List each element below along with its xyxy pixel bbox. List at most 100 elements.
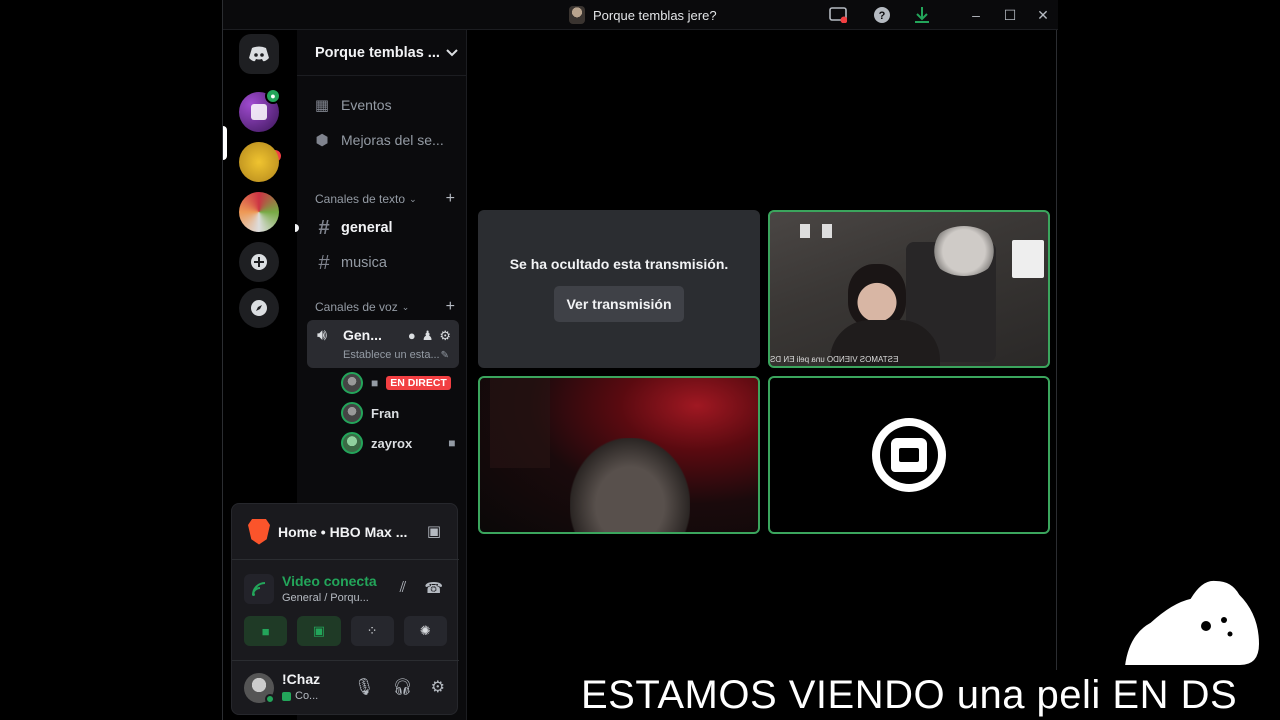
- sticker: [1012, 240, 1044, 278]
- window-title: Porque temblas jere?: [569, 6, 717, 24]
- boosts-label: Mejoras del se...: [341, 132, 444, 148]
- discord-window: Porque temblas jere? ? – ☐ ✕ ● 209: [222, 0, 1058, 720]
- channel-musica[interactable]: # musica: [315, 249, 455, 277]
- voice-connected-label: Video conecta: [282, 573, 377, 589]
- disconnect-icon[interactable]: ☎: [424, 579, 443, 597]
- brave-browser-icon: [248, 518, 270, 545]
- gear-icon[interactable]: ⚙: [431, 677, 445, 697]
- voice-member-zayrox[interactable]: zayrox ■: [341, 431, 455, 455]
- screen-share-button[interactable]: ▣: [297, 616, 341, 646]
- svg-text:?: ?: [879, 10, 886, 22]
- person: [570, 438, 690, 532]
- user-controls: 🎙︎ 🎧︎ ⚙: [354, 677, 445, 697]
- activity-label: Home • HBO Max ...: [278, 523, 408, 540]
- speaker-icon: 🔊︎: [317, 327, 328, 344]
- invite-icon[interactable]: ♟: [422, 328, 434, 344]
- server-icon-yellow[interactable]: [239, 142, 279, 182]
- chat-bubble-icon: ●: [265, 88, 281, 104]
- member-name: Fran: [371, 405, 400, 421]
- voice-channel-path[interactable]: General / Porqu...: [282, 592, 369, 604]
- avatar: [341, 402, 363, 424]
- unread-indicator: [295, 224, 299, 232]
- camera-icon: ■: [448, 436, 456, 450]
- window-title-text: Porque temblas jere?: [593, 7, 717, 23]
- voice-channel-general[interactable]: 🔊︎ Gen... ● ♟ ⚙ Establece un esta... ✎: [307, 320, 459, 368]
- title-bar: Porque temblas jere? ? – ☐ ✕: [223, 0, 1058, 30]
- help-icon[interactable]: ?: [873, 6, 891, 24]
- pencil-icon[interactable]: ✎: [441, 350, 449, 361]
- create-voice-channel-button[interactable]: +: [446, 298, 455, 316]
- channel-label: general: [341, 220, 393, 236]
- events-link[interactable]: ▦ Eventos: [313, 91, 392, 119]
- text-channels-category[interactable]: Canales de texto ⌄ +: [315, 190, 455, 208]
- signal-icon[interactable]: [244, 574, 274, 604]
- voice-channels-category[interactable]: Canales de voz ⌄ +: [315, 298, 455, 316]
- plush-toy: [930, 226, 998, 276]
- close-button[interactable]: ✕: [1034, 6, 1052, 24]
- member-name: zayrox: [371, 435, 413, 451]
- username[interactable]: !Chaz: [282, 671, 320, 687]
- create-channel-button[interactable]: +: [446, 190, 455, 208]
- user-panel: Home • HBO Max ... ▣ Video conecta Gener…: [231, 503, 459, 716]
- avatar: [341, 432, 363, 454]
- explore-servers-button[interactable]: [239, 288, 279, 328]
- hidden-stream-tile: Se ha ocultado esta transmisión. Ver tra…: [478, 210, 760, 368]
- chat-icon[interactable]: ●: [408, 328, 416, 344]
- ghost-sticker: [1122, 578, 1262, 667]
- screen-share-icon[interactable]: ▣: [427, 522, 441, 540]
- calendar-icon: ▦: [314, 97, 330, 114]
- hash-icon: #: [318, 216, 330, 239]
- headphones-icon[interactable]: 🎧︎: [392, 677, 412, 697]
- watch-stream-button[interactable]: Ver transmisión: [554, 286, 684, 322]
- gear-icon[interactable]: ⚙: [439, 328, 451, 344]
- user-status: Co...: [282, 690, 318, 702]
- soundboard-button[interactable]: ✺: [403, 616, 447, 646]
- minimize-button[interactable]: –: [967, 6, 985, 24]
- camera-toggle-button[interactable]: ■: [244, 616, 288, 646]
- chevron-down-icon: [446, 48, 458, 56]
- current-user: !Chaz Co... 🎙︎ 🎧︎ ⚙: [232, 660, 459, 716]
- plus-icon: [251, 254, 267, 270]
- server-header[interactable]: Porque temblas ...: [297, 30, 467, 76]
- shelf: [490, 378, 550, 468]
- direct-messages-button[interactable]: [239, 34, 279, 74]
- download-icon[interactable]: [913, 6, 931, 24]
- category-label: Canales de voz: [315, 300, 398, 314]
- activities-button[interactable]: ⁘: [350, 616, 394, 646]
- activity-row[interactable]: Home • HBO Max ... ▣: [232, 504, 459, 560]
- voice-channel-name: Gen...: [343, 327, 382, 343]
- boost-icon: ⬢: [315, 132, 329, 149]
- live-badge: EN DIRECT: [386, 376, 451, 390]
- microphone-icon[interactable]: 🎙︎: [354, 677, 374, 697]
- mirrored-caption: ESTAMOS VIENDO una peli EN DS: [770, 355, 899, 364]
- streaming-icon: [282, 691, 291, 701]
- server-boosts-link[interactable]: ⬢ Mejoras del se...: [313, 126, 444, 154]
- server-folder-collage-icon[interactable]: [239, 192, 279, 232]
- add-server-button[interactable]: [239, 242, 279, 282]
- voice-channel-actions: ● ♟ ⚙: [408, 328, 451, 344]
- noise-suppression-icon[interactable]: ⫽: [400, 579, 407, 597]
- video-tile-avatar[interactable]: [768, 376, 1050, 534]
- channel-general[interactable]: # general: [315, 214, 455, 242]
- stream-overlay-caption: ESTAMOS VIENDO una peli EN DS: [581, 670, 1238, 720]
- voice-member-fran[interactable]: Fran: [341, 401, 399, 425]
- online-status-icon: [265, 694, 275, 704]
- video-tile-webcam-2[interactable]: [478, 376, 760, 534]
- stream-controls: ■ ▣ ⁘ ✺: [244, 616, 447, 646]
- voice-status-input[interactable]: Establece un esta...: [343, 349, 440, 361]
- screen: Porque temblas jere? ? – ☐ ✕ ● 209: [0, 0, 1280, 720]
- maximize-button[interactable]: ☐: [1001, 6, 1019, 24]
- person-head: [848, 264, 906, 328]
- compass-icon: [251, 300, 267, 316]
- selected-server-pill: [223, 126, 227, 160]
- chevron-down-icon: ⌄: [409, 193, 417, 204]
- wall-photo: [800, 224, 810, 238]
- inbox-icon[interactable]: [829, 6, 847, 24]
- video-grid: Se ha ocultado esta transmisión. Ver tra…: [468, 30, 1056, 720]
- video-tile-webcam-1[interactable]: ESTAMOS VIENDO una peli EN DS: [768, 210, 1050, 368]
- hidden-stream-message: Se ha ocultado esta transmisión.: [509, 256, 729, 272]
- voice-controls: ⫽ ☎: [400, 579, 443, 597]
- discord-logo-icon: [249, 46, 269, 62]
- user-logo-avatar: [872, 418, 946, 492]
- voice-member[interactable]: ■ EN DIRECT: [341, 371, 451, 395]
